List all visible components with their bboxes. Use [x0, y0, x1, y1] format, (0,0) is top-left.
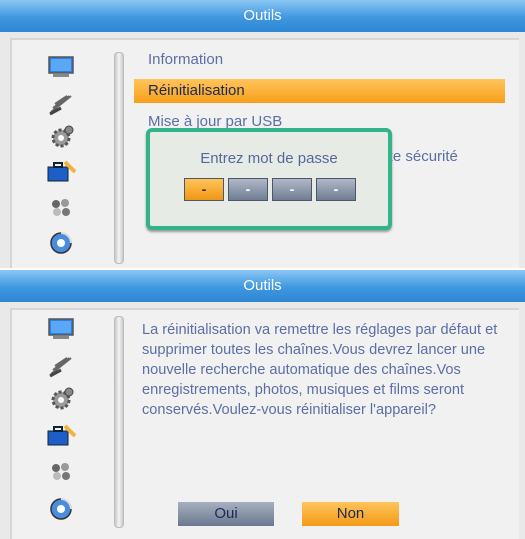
satellite-dish-icon[interactable] [44, 352, 78, 378]
password-dialog: Entrez mot de passe - - - - [146, 128, 392, 230]
sidebar-icons [44, 54, 78, 264]
tv-screen-icon[interactable] [44, 316, 78, 342]
password-prompt: Entrez mot de passe [200, 150, 338, 167]
screen-title: Outils [0, 0, 525, 32]
password-digit-2[interactable]: - [228, 178, 268, 201]
satellite-dish-icon[interactable] [44, 90, 78, 116]
password-digit-3[interactable]: - [272, 178, 312, 201]
yes-button[interactable]: Oui [178, 502, 274, 526]
media-disc-icon[interactable] [44, 230, 78, 256]
toolbox-icon[interactable] [44, 158, 78, 184]
menu-item-reinitialisation[interactable]: Réinitialisation [134, 79, 505, 103]
password-digit-4[interactable]: - [316, 178, 356, 201]
gear-icon[interactable] [44, 124, 78, 150]
no-button[interactable]: Non [302, 502, 399, 526]
tools-screen-password: Outils Information Réinitialisation Mise… [0, 0, 525, 268]
tv-screen-icon[interactable] [44, 54, 78, 80]
game-icon[interactable] [44, 194, 78, 220]
gear-icon[interactable] [44, 386, 78, 412]
toolbox-icon[interactable] [44, 422, 78, 448]
menu-item-information[interactable]: Information [134, 48, 223, 72]
game-icon[interactable] [44, 458, 78, 484]
reset-warning-message: La réinitialisation va remettre les régl… [142, 322, 498, 418]
scrollbar[interactable] [114, 52, 124, 264]
sidebar-icons [44, 316, 78, 526]
password-digit-1[interactable]: - [184, 178, 224, 201]
screen-title: Outils [0, 270, 525, 302]
tools-screen-confirm: Outils La réinitialisation va remettre l… [0, 270, 525, 539]
media-disc-icon[interactable] [44, 496, 78, 522]
scrollbar[interactable] [114, 316, 124, 528]
